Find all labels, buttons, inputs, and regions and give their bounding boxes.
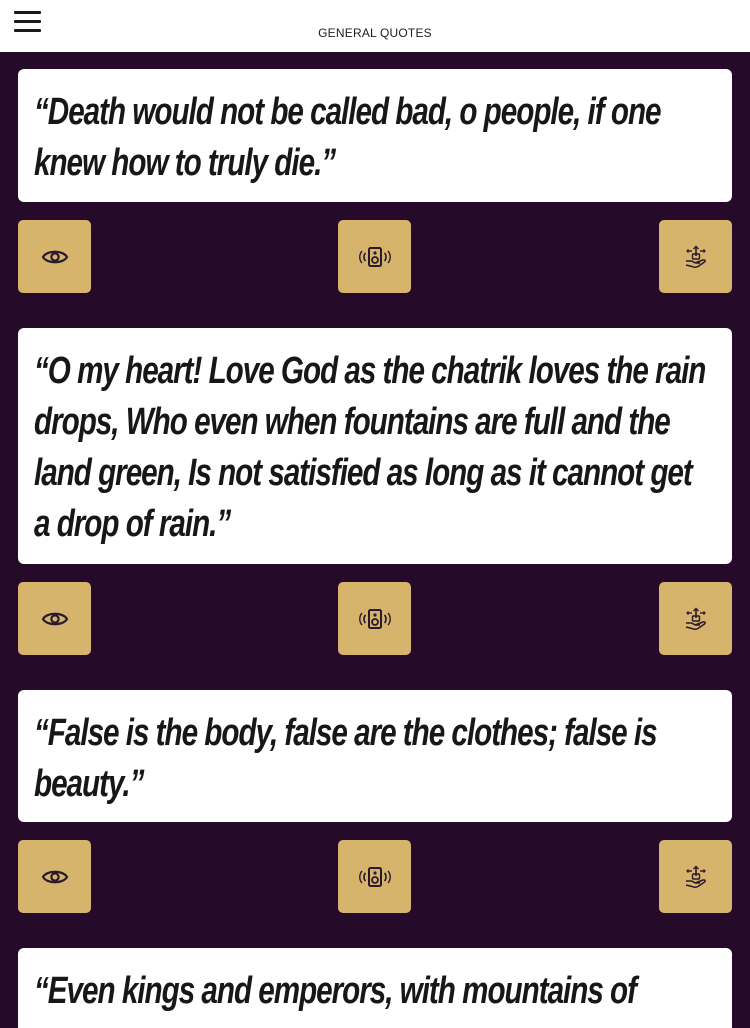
share-hand-icon (685, 245, 706, 268)
view-button[interactable] (18, 582, 91, 655)
view-button[interactable] (18, 220, 91, 293)
quote-card[interactable]: “O my heart! Love God as the chatrik lov… (18, 328, 732, 564)
share-button[interactable] (659, 840, 732, 913)
quote-card[interactable]: “Death would not be called bad, o people… (18, 69, 732, 202)
top-bar: GENERAL QUOTES (0, 0, 750, 52)
quote-text: “Death would not be called bad, o people… (34, 91, 662, 184)
speaker-icon (358, 608, 391, 629)
quote-card[interactable]: “Even kings and emperors, with mountains… (18, 948, 732, 1028)
quote-text: “Even kings and emperors, with mountains… (34, 970, 637, 1012)
view-button[interactable] (18, 840, 91, 913)
eye-icon (41, 870, 68, 883)
eye-icon (41, 612, 68, 625)
listen-button[interactable] (338, 582, 411, 655)
speaker-icon (358, 246, 391, 267)
share-hand-icon (685, 865, 706, 888)
share-hand-icon (685, 607, 706, 630)
share-button[interactable] (659, 220, 732, 293)
speaker-icon (358, 866, 391, 887)
page-title: GENERAL QUOTES (318, 26, 432, 40)
listen-button[interactable] (338, 220, 411, 293)
eye-icon (41, 250, 68, 263)
share-button[interactable] (659, 582, 732, 655)
quote-text: “False is the body, false are the clothe… (34, 712, 658, 805)
quote-text: “O my heart! Love God as the chatrik lov… (34, 350, 706, 545)
listen-button[interactable] (338, 840, 411, 913)
quote-card[interactable]: “False is the body, false are the clothe… (18, 690, 732, 822)
